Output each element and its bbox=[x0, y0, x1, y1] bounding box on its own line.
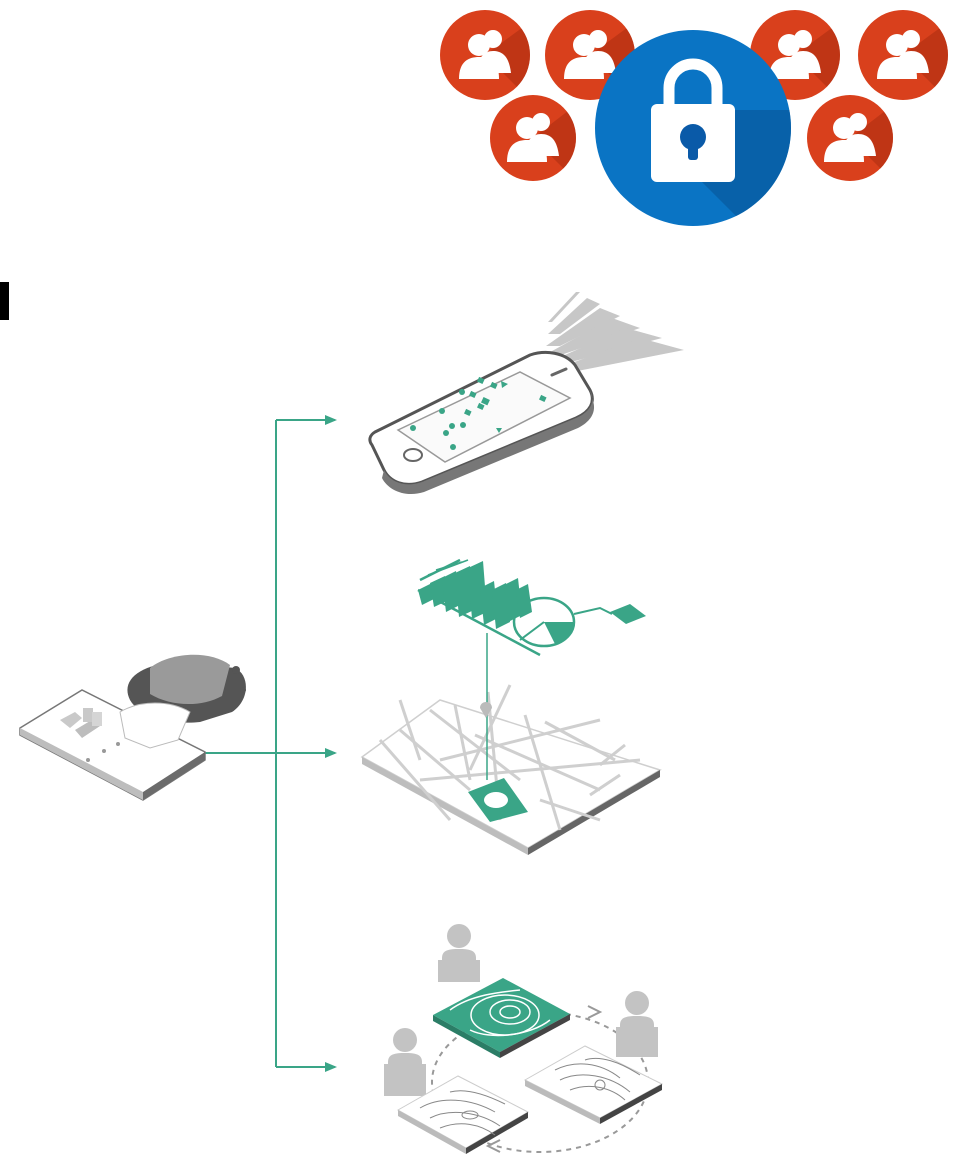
shared-topographic-maps-illustration bbox=[384, 924, 664, 1154]
building-with-people-illustration bbox=[19, 654, 246, 801]
user-group-icon bbox=[807, 95, 893, 181]
city-map-analytics-illustration bbox=[360, 558, 662, 855]
connector-lines bbox=[200, 415, 337, 1072]
access-control-graphic bbox=[440, 10, 948, 226]
smartphone-map-illustration bbox=[368, 292, 684, 495]
data-flow-diagram bbox=[19, 292, 684, 1154]
